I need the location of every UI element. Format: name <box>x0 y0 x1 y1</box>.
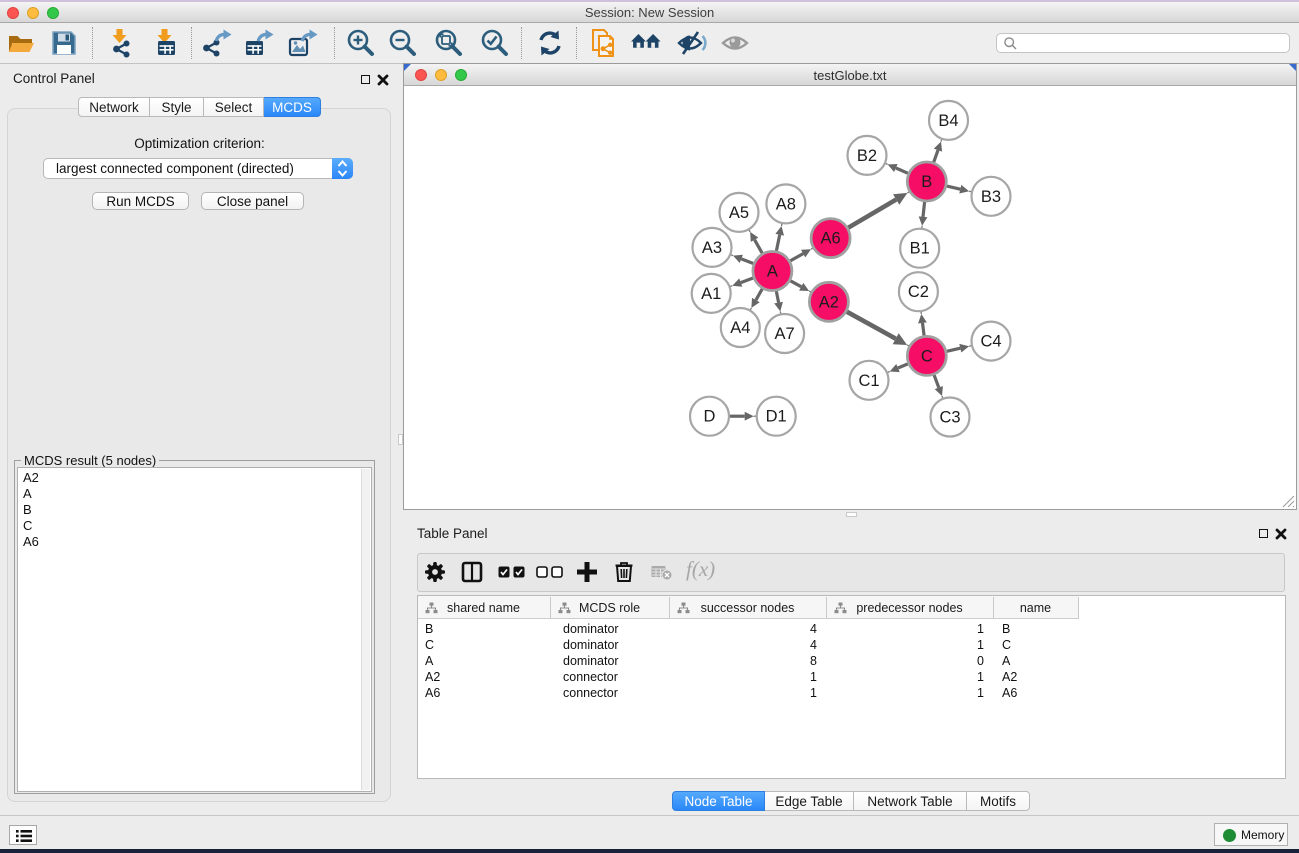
svg-text:A1: A1 <box>701 285 721 303</box>
svg-text:A4: A4 <box>730 319 750 337</box>
svg-text:C2: C2 <box>908 283 929 301</box>
svg-text:C: C <box>921 347 933 365</box>
svg-text:A2: A2 <box>819 293 839 311</box>
svg-text:B1: B1 <box>910 240 930 258</box>
svg-text:B2: B2 <box>857 147 877 165</box>
svg-text:A8: A8 <box>776 195 796 213</box>
svg-text:B: B <box>921 173 932 191</box>
svg-text:C1: C1 <box>858 372 879 390</box>
svg-text:A5: A5 <box>729 204 749 222</box>
svg-text:A: A <box>767 263 778 281</box>
svg-text:D1: D1 <box>766 408 787 426</box>
svg-text:A6: A6 <box>821 230 841 248</box>
svg-text:A7: A7 <box>775 325 795 343</box>
svg-text:C3: C3 <box>939 409 960 427</box>
svg-text:D: D <box>704 408 716 426</box>
svg-text:B4: B4 <box>938 112 958 130</box>
svg-text:B3: B3 <box>981 188 1001 206</box>
svg-text:C4: C4 <box>980 333 1001 351</box>
svg-text:A3: A3 <box>702 239 722 257</box>
